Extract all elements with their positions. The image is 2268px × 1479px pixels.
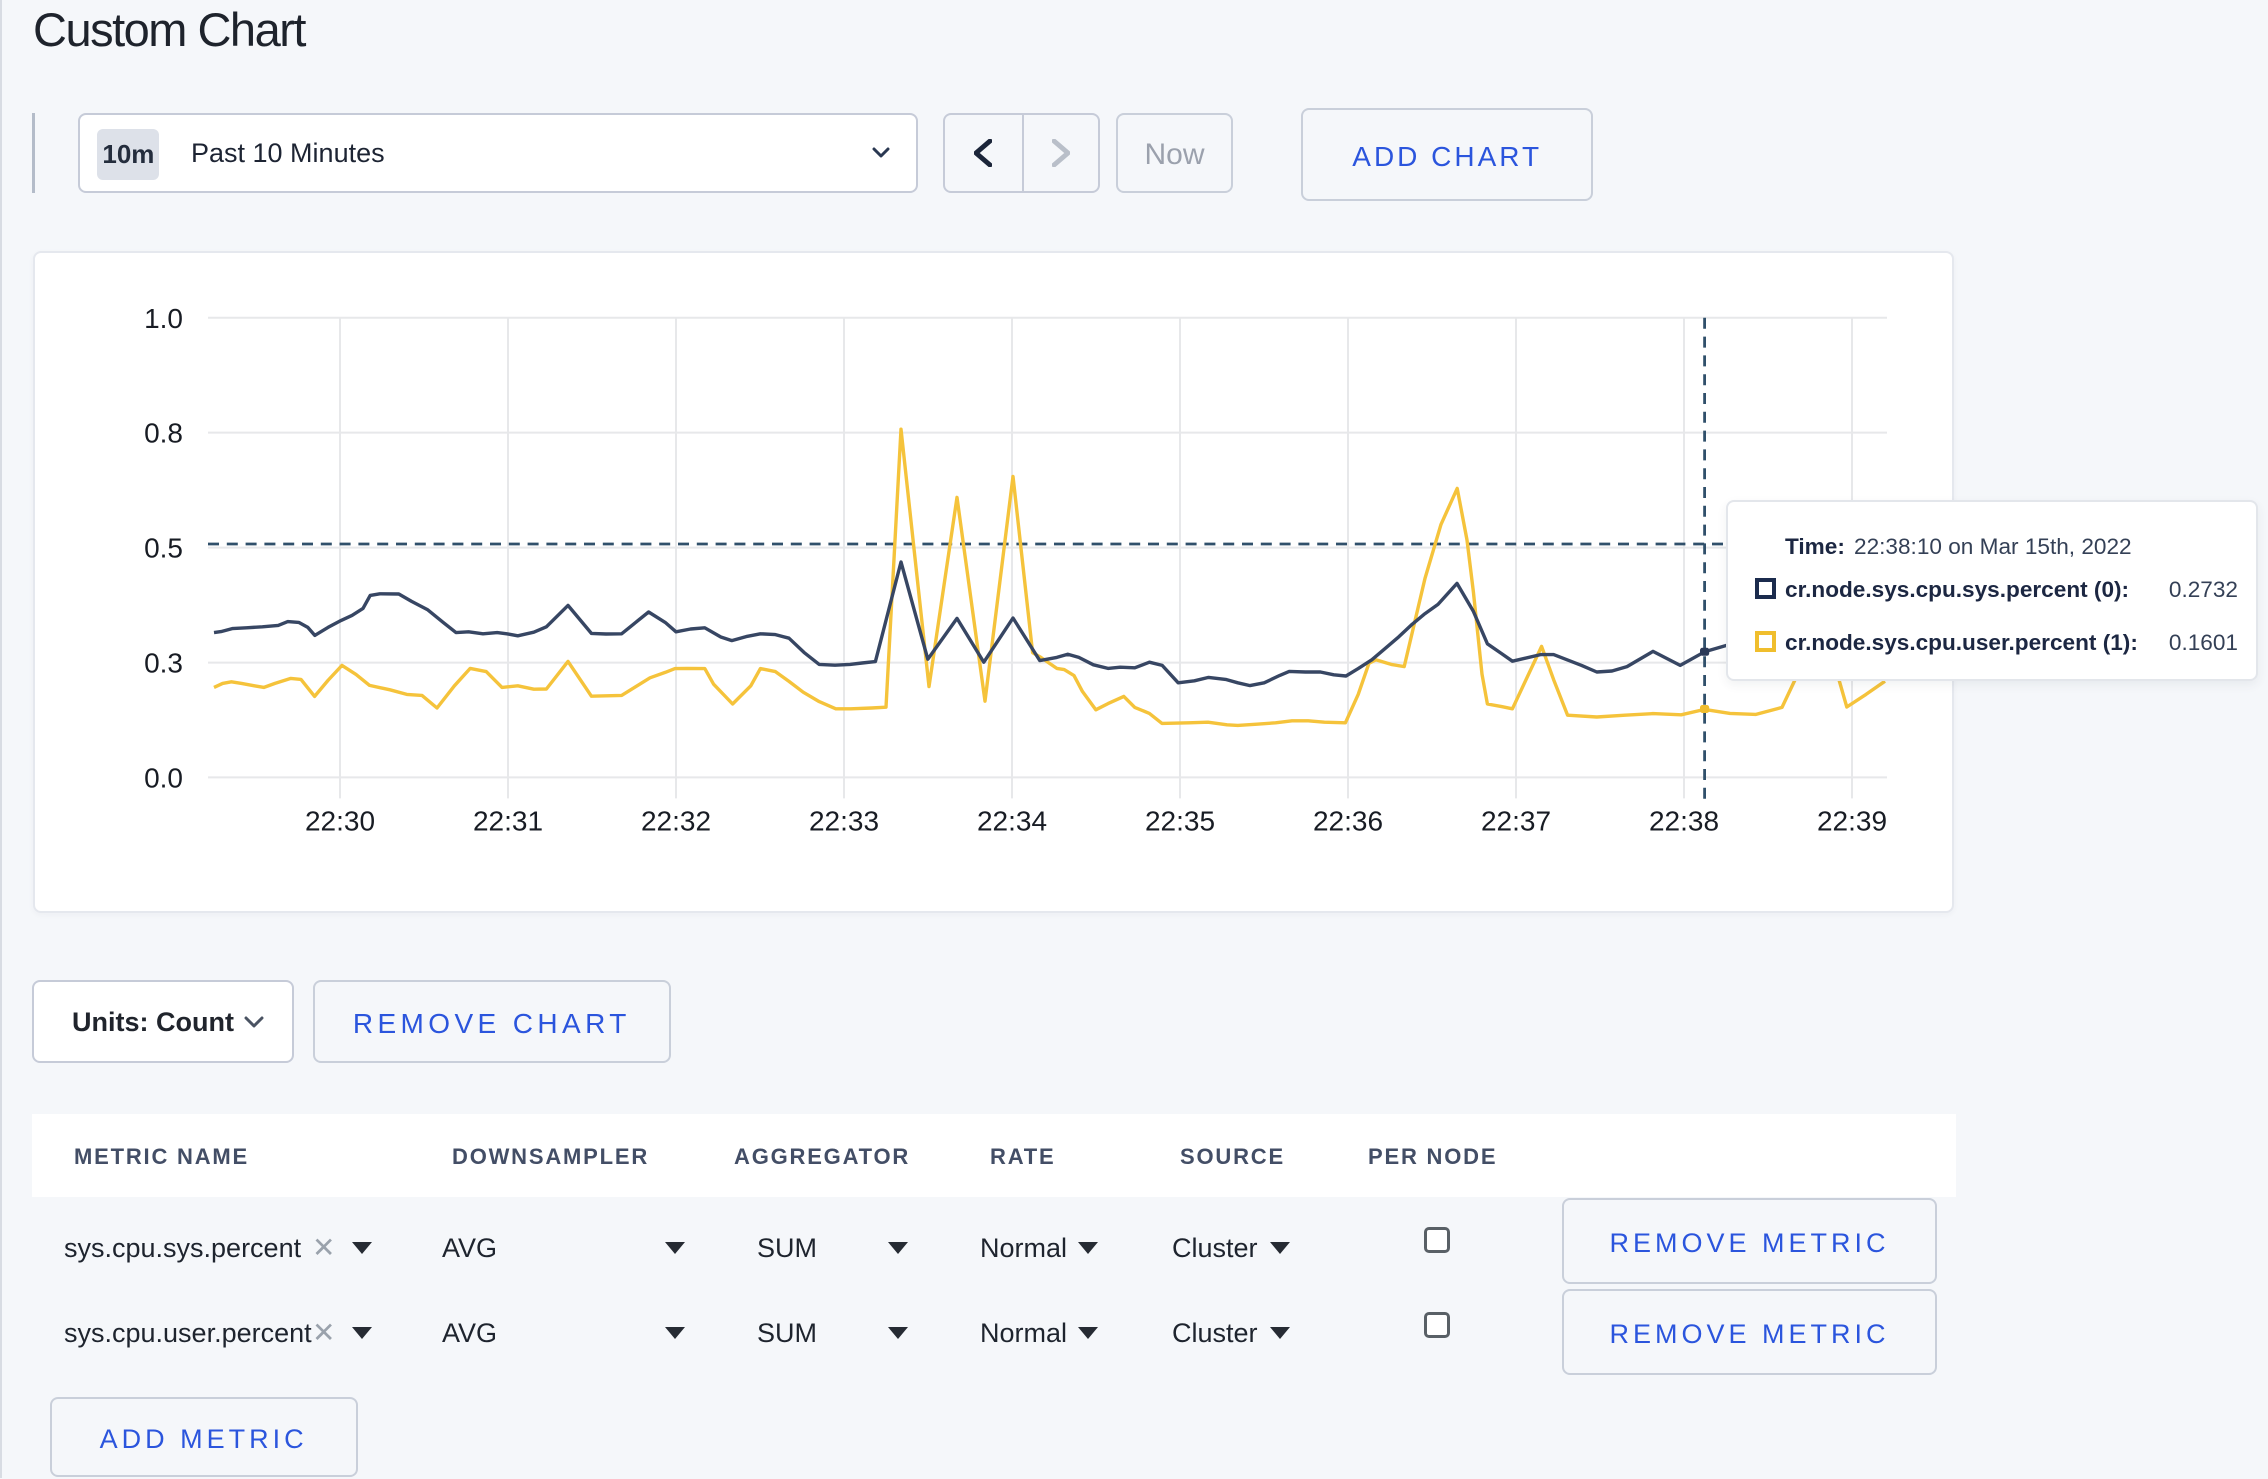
svg-text:22:35: 22:35 (1145, 805, 1215, 836)
svg-text:22:33: 22:33 (809, 805, 879, 836)
svg-text:0.8: 0.8 (144, 417, 183, 448)
svg-text:22:38: 22:38 (1649, 805, 1719, 836)
svg-text:0.5: 0.5 (144, 532, 183, 563)
svg-text:22:31: 22:31 (473, 805, 543, 836)
svg-text:1.0: 1.0 (144, 302, 183, 333)
svg-text:22:34: 22:34 (977, 805, 1047, 836)
svg-text:22:39: 22:39 (1817, 805, 1887, 836)
svg-text:0.0: 0.0 (144, 762, 183, 793)
svg-text:22:36: 22:36 (1313, 805, 1383, 836)
svg-text:22:30: 22:30 (305, 805, 375, 836)
svg-text:0.3: 0.3 (144, 647, 183, 678)
svg-text:22:37: 22:37 (1481, 805, 1551, 836)
svg-text:22:32: 22:32 (641, 805, 711, 836)
